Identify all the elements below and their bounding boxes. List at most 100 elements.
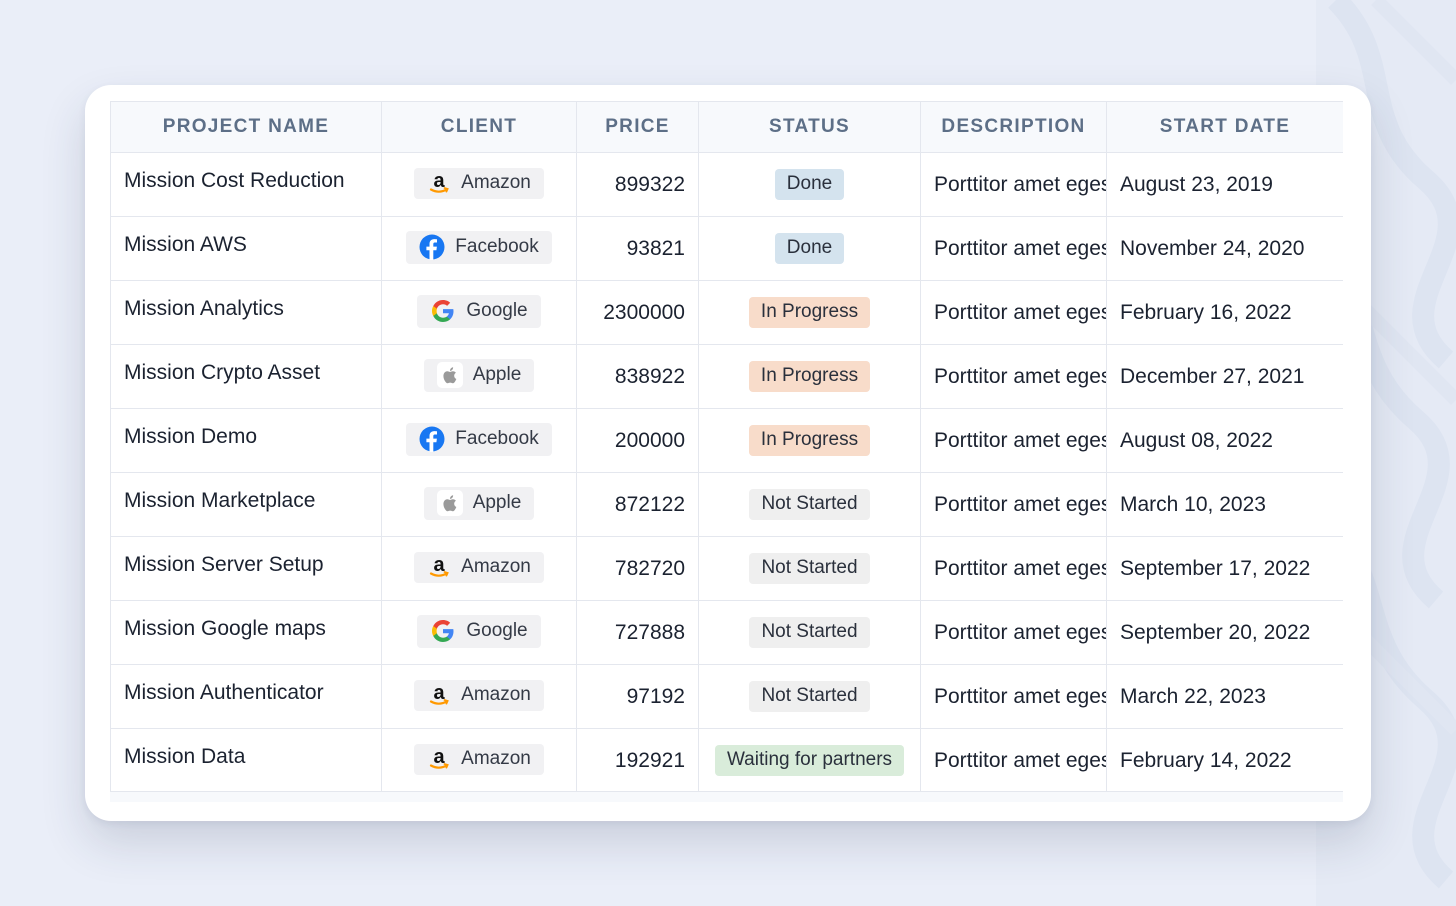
description-text: Porttitor amet egestas [934,236,1106,260]
status-badge[interactable]: Not Started [749,553,870,584]
price-value: 872122 [614,492,685,516]
header-status[interactable]: STATUS [698,101,921,153]
project-name-cell: Mission AWS [110,216,382,281]
table-row[interactable]: Mission Marketplace Apple 872122 Not Sta… [110,472,1343,537]
status-badge[interactable]: Not Started [749,489,870,520]
description-text: Porttitor amet egestas [934,556,1106,580]
project-name-cell: Mission Server Setup [110,536,382,601]
project-name-cell: Mission Data [110,728,382,793]
table-footer-strip [110,791,1343,802]
project-name: Mission Marketplace [124,489,316,512]
status-cell: Not Started [698,472,921,537]
description-text: Porttitor amet egestas [934,492,1106,516]
client-name: Apple [472,492,522,513]
client-name: Facebook [455,236,539,257]
svg-text:a: a [434,683,446,704]
description-cell: Porttitor amet egestas [920,600,1107,665]
start-date: August 08, 2022 [1120,428,1273,452]
status-badge[interactable]: Done [774,169,845,200]
apple-icon [436,490,463,516]
description-text: Porttitor amet egestas [934,172,1106,196]
project-name: Mission Cost Reduction [124,169,345,192]
status-cell: In Progress [698,280,921,345]
start-date: February 16, 2022 [1120,300,1292,324]
svg-text:a: a [434,747,446,768]
project-name: Mission Server Setup [124,553,324,576]
client-chip[interactable]: Google [417,295,541,328]
amazon-icon: a [427,747,451,771]
status-cell: Done [698,152,921,217]
table-container: PROJECT NAME CLIENT PRICE STATUS DESCRIP… [110,101,1343,801]
client-chip[interactable]: a Amazon [414,552,544,583]
client-chip[interactable]: Facebook [406,231,552,264]
svg-text:a: a [434,171,446,192]
project-name-cell: Mission Crypto Asset [110,344,382,409]
status-cell: In Progress [698,408,921,473]
projects-table: PROJECT NAME CLIENT PRICE STATUS DESCRIP… [110,101,1343,793]
amazon-icon: a [427,555,451,579]
header-description[interactable]: DESCRIPTION [920,101,1107,153]
status-badge[interactable]: In Progress [748,297,871,328]
price-cell: 727888 [576,600,699,665]
price-cell: 838922 [576,344,699,409]
description-text: Porttitor amet egestas [934,300,1106,324]
project-name: Mission Authenticator [124,681,324,704]
table-row[interactable]: Mission Cost Reduction a Amazon 899322 D… [110,152,1343,217]
project-name: Mission AWS [124,233,247,256]
table-row[interactable]: Mission Data a Amazon 192921 Waiting for… [110,728,1343,793]
description-cell: Porttitor amet egestas [920,472,1107,537]
table-row[interactable]: Mission Demo Facebook 200000 In Progress… [110,408,1343,473]
start-date-cell: December 27, 2021 [1106,344,1343,409]
start-date: September 20, 2022 [1120,620,1311,644]
price-value: 2300000 [603,300,685,324]
apple-icon [436,362,463,388]
client-chip[interactable]: a Amazon [414,744,544,775]
table-row[interactable]: Mission Analytics Google 2300000 In Prog… [110,280,1343,345]
client-name: Apple [472,364,522,385]
client-cell: a Amazon [381,664,577,729]
description-cell: Porttitor amet egestas [920,664,1107,729]
table-row[interactable]: Mission Google maps Google 727888 Not St… [110,600,1343,665]
header-client[interactable]: CLIENT [381,101,577,153]
start-date-cell: August 08, 2022 [1106,408,1343,473]
price-value: 200000 [614,428,685,452]
client-cell: Google [381,600,577,665]
client-chip[interactable]: a Amazon [414,168,544,199]
description-text: Porttitor amet egestas [934,684,1106,708]
price-value: 192921 [614,748,685,772]
header-start-date[interactable]: START DATE [1106,101,1343,153]
client-name: Amazon [461,684,531,705]
status-cell: In Progress [698,344,921,409]
price-cell: 192921 [576,728,699,793]
project-name: Mission Crypto Asset [124,361,321,384]
price-cell: 93821 [576,216,699,281]
description-cell: Porttitor amet egestas [920,280,1107,345]
status-badge[interactable]: Not Started [749,617,870,648]
header-price[interactable]: PRICE [576,101,699,153]
client-chip[interactable]: Facebook [406,423,552,456]
status-badge[interactable]: In Progress [748,361,871,392]
table-row[interactable]: Mission AWS Facebook 93821 Done Porttito… [110,216,1343,281]
price-cell: 2300000 [576,280,699,345]
project-name-cell: Mission Cost Reduction [110,152,382,217]
status-badge[interactable]: In Progress [748,425,871,456]
price-value: 782720 [614,556,685,580]
client-chip[interactable]: Google [417,615,541,648]
client-chip[interactable]: Apple [423,359,535,392]
status-cell: Waiting for partners [698,728,921,793]
client-name: Google [466,620,528,641]
table-row[interactable]: Mission Server Setup a Amazon 782720 Not… [110,536,1343,601]
project-name-cell: Mission Marketplace [110,472,382,537]
description-cell: Porttitor amet egestas [920,408,1107,473]
table-row[interactable]: Mission Authenticator a Amazon 97192 Not… [110,664,1343,729]
table-row[interactable]: Mission Crypto Asset Apple 838922 In Pro… [110,344,1343,409]
status-badge[interactable]: Done [774,233,845,264]
client-name: Amazon [461,748,531,769]
client-chip[interactable]: a Amazon [414,680,544,711]
status-badge[interactable]: Waiting for partners [714,745,905,776]
client-cell: Google [381,280,577,345]
client-chip[interactable]: Apple [423,487,535,520]
header-project-name[interactable]: PROJECT NAME [110,101,382,153]
table-header-row: PROJECT NAME CLIENT PRICE STATUS DESCRIP… [110,101,1343,153]
status-badge[interactable]: Not Started [749,681,870,712]
